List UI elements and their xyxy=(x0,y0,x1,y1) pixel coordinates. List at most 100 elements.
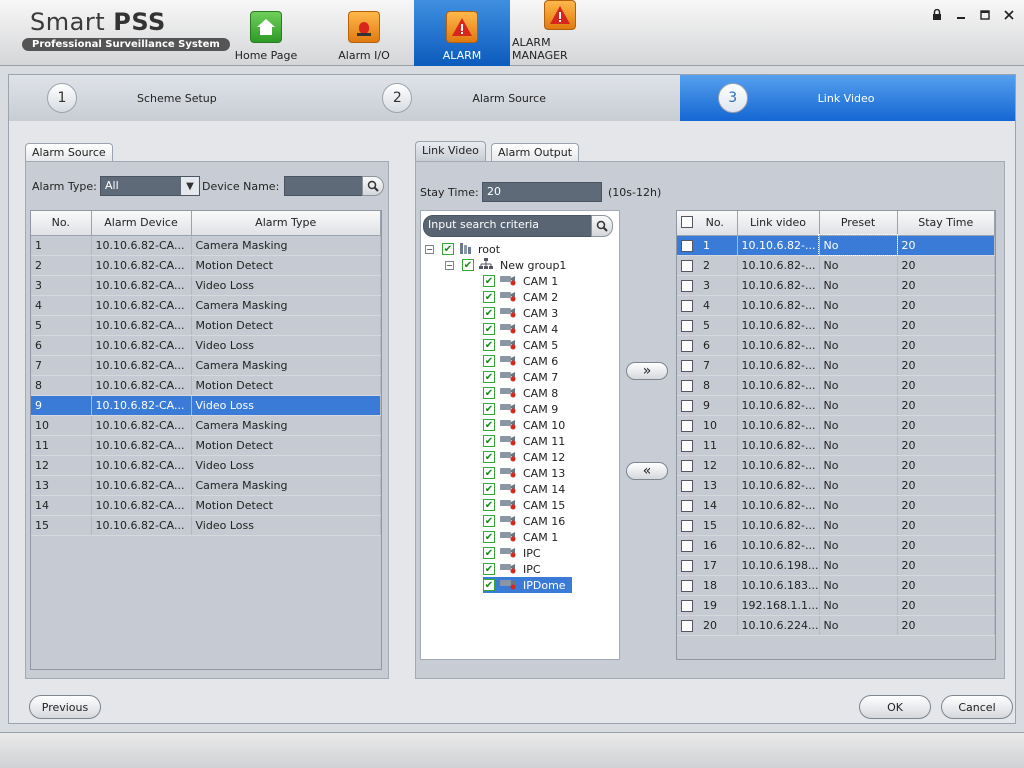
tree-node-camera[interactable]: ✔ CAM 6 xyxy=(483,353,558,369)
device-name-input[interactable] xyxy=(284,176,364,196)
column-header[interactable]: Link video xyxy=(737,211,820,236)
row-checkbox[interactable] xyxy=(681,499,693,512)
tree-checkbox[interactable]: ✔ xyxy=(483,563,495,575)
tree-checkbox[interactable]: ✔ xyxy=(483,275,495,287)
minimize-icon[interactable] xyxy=(952,6,970,24)
table-row[interactable]: 6 10.10.6.82-CA... Video Loss xyxy=(31,335,381,356)
tree-checkbox[interactable]: ✔ xyxy=(483,307,495,319)
remove-link-button[interactable]: « xyxy=(626,462,668,480)
tree-node-camera[interactable]: ✔ IPDome xyxy=(483,577,572,593)
tree-node-camera[interactable]: ✔ CAM 14 xyxy=(483,481,565,497)
row-checkbox[interactable] xyxy=(681,299,693,312)
row-checkbox[interactable] xyxy=(681,459,693,472)
table-row[interactable]: 10 10.10.6.82-... No 20 xyxy=(677,415,995,436)
nav-alarm-manager[interactable]: ALARM MANAGER xyxy=(512,0,608,66)
collapse-icon[interactable]: − xyxy=(445,260,454,270)
search-icon[interactable] xyxy=(591,215,613,237)
tree-node-camera[interactable]: ✔ CAM 11 xyxy=(483,433,565,449)
tree-node-camera[interactable]: ✔ CAM 10 xyxy=(483,417,565,433)
table-row[interactable]: 15 10.10.6.82-... No 20 xyxy=(677,515,995,536)
tree-node-camera[interactable]: ✔ CAM 3 xyxy=(483,305,558,321)
tree-node-camera[interactable]: ✔ CAM 13 xyxy=(483,465,565,481)
tree-checkbox[interactable]: ✔ xyxy=(483,499,495,511)
tree-node-root[interactable]: − ✔ root xyxy=(425,241,500,257)
tree-checkbox[interactable]: ✔ xyxy=(483,419,495,431)
row-checkbox[interactable] xyxy=(681,479,693,492)
tree-node-camera[interactable]: ✔ CAM 1 xyxy=(483,529,558,545)
tree-node-camera[interactable]: ✔ CAM 9 xyxy=(483,401,558,417)
table-row[interactable]: 9 10.10.6.82-CA... Video Loss xyxy=(31,395,381,416)
tree-node-camera[interactable]: ✔ CAM 8 xyxy=(483,385,558,401)
table-row[interactable]: 7 10.10.6.82-... No 20 xyxy=(677,355,995,376)
tree-node-camera[interactable]: ✔ CAM 2 xyxy=(483,289,558,305)
tree-checkbox[interactable]: ✔ xyxy=(483,339,495,351)
tree-checkbox[interactable]: ✔ xyxy=(462,259,474,271)
table-row[interactable]: 1 10.10.6.82-CA... Camera Masking xyxy=(31,235,381,256)
row-checkbox[interactable] xyxy=(681,359,693,372)
row-checkbox[interactable] xyxy=(681,339,693,352)
table-row[interactable]: 11 10.10.6.82-... No 20 xyxy=(677,435,995,456)
tree-checkbox[interactable]: ✔ xyxy=(483,371,495,383)
table-row[interactable]: 6 10.10.6.82-... No 20 xyxy=(677,335,995,356)
alarm-type-select[interactable]: All ▼ xyxy=(100,176,200,196)
tree-search-input[interactable]: Input search criteria xyxy=(423,215,593,237)
step-scheme-setup[interactable]: 1 Scheme Setup xyxy=(9,75,344,121)
nav-home-page[interactable]: Home Page xyxy=(218,0,314,66)
step-link-video[interactable]: 3 Link Video xyxy=(679,75,1015,121)
select-all-checkbox[interactable] xyxy=(681,216,693,229)
row-checkbox[interactable] xyxy=(681,579,693,592)
step-alarm-source[interactable]: 2 Alarm Source xyxy=(344,75,679,121)
tree-node-camera[interactable]: ✔ CAM 15 xyxy=(483,497,565,513)
tree-checkbox[interactable]: ✔ xyxy=(483,451,495,463)
row-checkbox[interactable] xyxy=(681,239,693,252)
table-row[interactable]: 14 10.10.6.82-CA... Motion Detect xyxy=(31,495,381,516)
close-icon[interactable] xyxy=(1000,6,1018,24)
table-row[interactable]: 1 10.10.6.82-... No 20 xyxy=(677,234,995,256)
row-checkbox[interactable] xyxy=(681,539,693,552)
row-checkbox[interactable] xyxy=(681,279,693,292)
table-row[interactable]: 4 10.10.6.82-... No 20 xyxy=(677,295,995,316)
table-row[interactable]: 15 10.10.6.82-CA... Video Loss xyxy=(31,515,381,536)
nav-alarm[interactable]: ALARM xyxy=(414,0,510,66)
table-row[interactable]: 13 10.10.6.82-CA... Camera Masking xyxy=(31,475,381,496)
table-row[interactable]: 10 10.10.6.82-CA... Camera Masking xyxy=(31,415,381,436)
table-row[interactable]: 9 10.10.6.82-... No 20 xyxy=(677,395,995,416)
row-checkbox[interactable] xyxy=(681,399,693,412)
tree-checkbox[interactable]: ✔ xyxy=(483,483,495,495)
tree-node-camera[interactable]: ✔ CAM 5 xyxy=(483,337,558,353)
tree-checkbox[interactable]: ✔ xyxy=(483,355,495,367)
table-row[interactable]: 5 10.10.6.82-... No 20 xyxy=(677,315,995,336)
table-row[interactable]: 12 10.10.6.82-... No 20 xyxy=(677,455,995,476)
table-row[interactable]: 3 10.10.6.82-... No 20 xyxy=(677,275,995,296)
table-row[interactable]: 5 10.10.6.82-CA... Motion Detect xyxy=(31,315,381,336)
tree-node-camera[interactable]: ✔ CAM 7 xyxy=(483,369,558,385)
table-row[interactable]: 20 10.10.6.224... No 20 xyxy=(677,615,995,636)
table-row[interactable]: 2 10.10.6.82-CA... Motion Detect xyxy=(31,255,381,276)
tree-checkbox[interactable]: ✔ xyxy=(483,291,495,303)
table-row[interactable]: 17 10.10.6.198... No 20 xyxy=(677,555,995,576)
table-row[interactable]: 7 10.10.6.82-CA... Camera Masking xyxy=(31,355,381,376)
tree-checkbox[interactable]: ✔ xyxy=(483,467,495,479)
tree-checkbox[interactable]: ✔ xyxy=(483,403,495,415)
table-row[interactable]: 18 10.10.6.183... No 20 xyxy=(677,575,995,596)
row-checkbox[interactable] xyxy=(681,439,693,452)
tree-checkbox[interactable]: ✔ xyxy=(483,435,495,447)
lock-icon[interactable] xyxy=(928,6,946,24)
ok-button[interactable]: OK xyxy=(859,695,931,719)
table-row[interactable]: 13 10.10.6.82-... No 20 xyxy=(677,475,995,496)
previous-button[interactable]: Previous xyxy=(29,695,101,719)
row-checkbox[interactable] xyxy=(681,519,693,532)
tree-node-camera[interactable]: ✔ CAM 12 xyxy=(483,449,565,465)
column-header[interactable]: Preset xyxy=(819,211,898,236)
tab-alarm-output[interactable]: Alarm Output xyxy=(491,143,580,161)
column-header[interactable]: Alarm Type xyxy=(191,211,381,236)
nav-alarm-io[interactable]: Alarm I/O xyxy=(316,0,412,66)
tree-checkbox[interactable]: ✔ xyxy=(483,515,495,527)
column-header[interactable]: Alarm Device xyxy=(91,211,192,236)
row-checkbox[interactable] xyxy=(681,259,693,272)
collapse-icon[interactable]: − xyxy=(425,244,434,254)
row-checkbox[interactable] xyxy=(681,619,693,632)
row-checkbox[interactable] xyxy=(681,419,693,432)
tree-checkbox[interactable]: ✔ xyxy=(483,531,495,543)
row-checkbox[interactable] xyxy=(681,599,693,612)
